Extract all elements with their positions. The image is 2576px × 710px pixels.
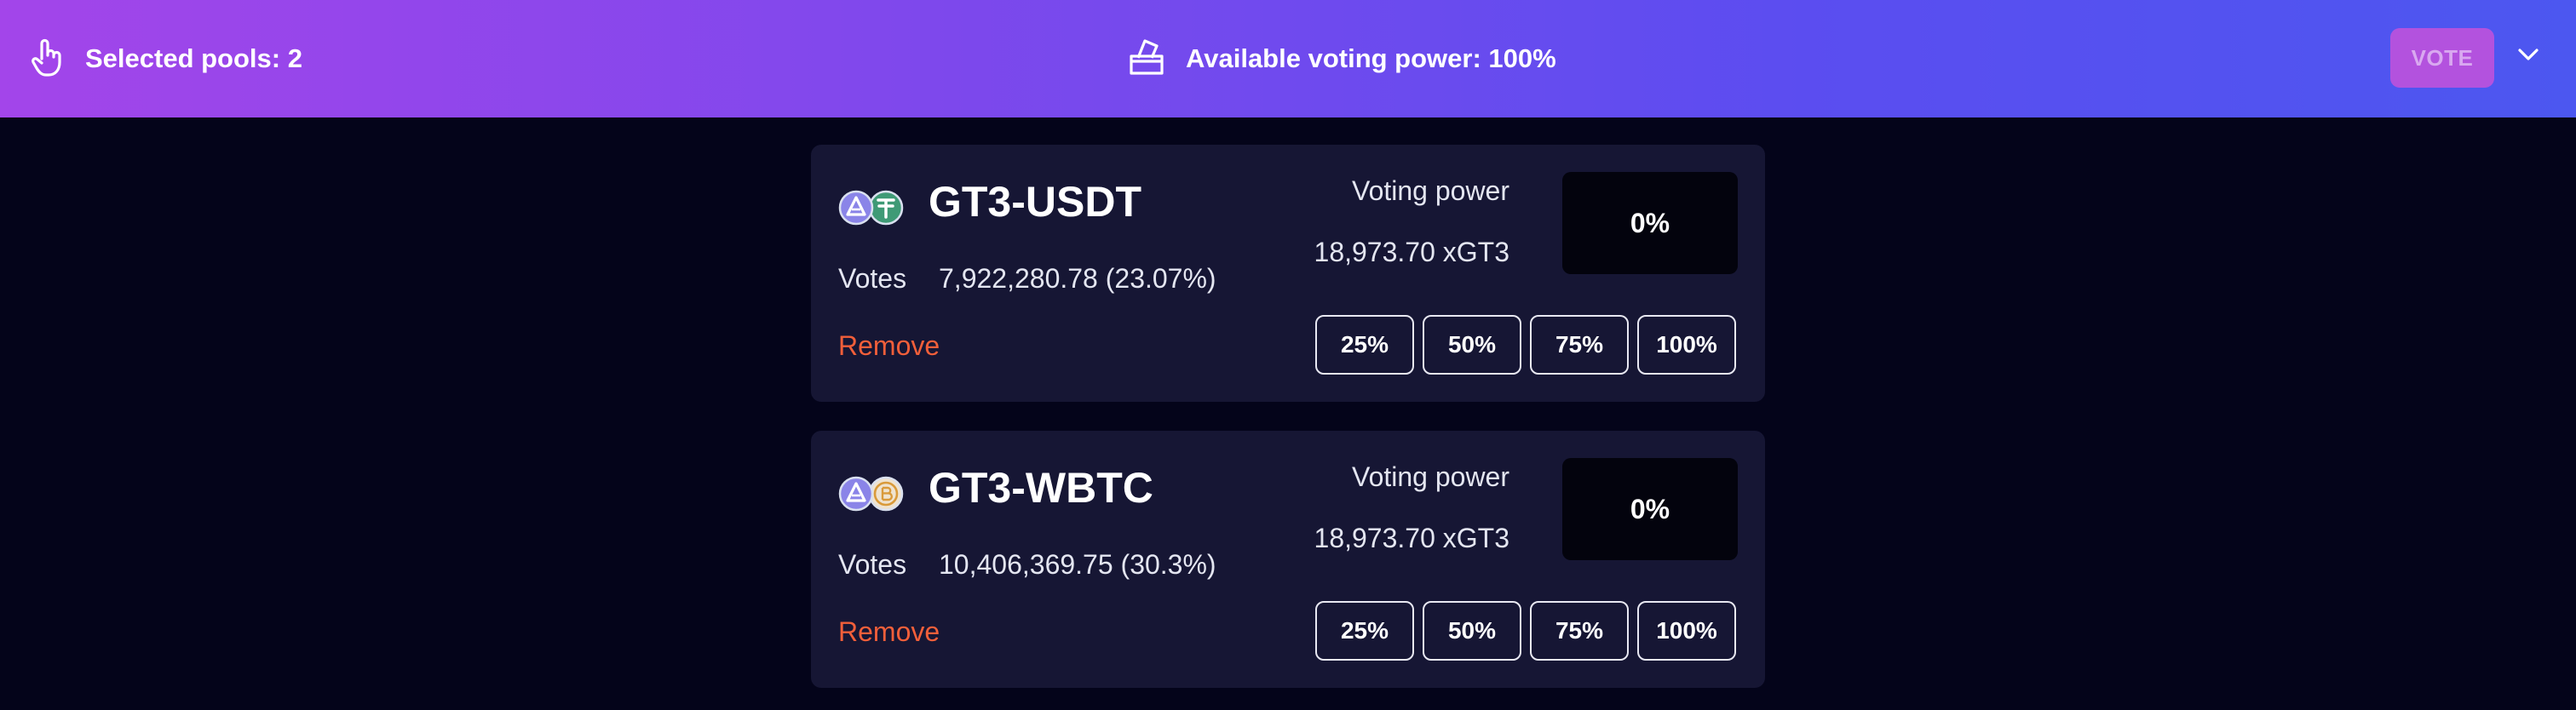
percent-25-button[interactable]: 25% bbox=[1315, 315, 1414, 375]
token-pair-icons bbox=[838, 189, 906, 226]
remove-pool-link[interactable]: Remove bbox=[838, 330, 940, 362]
selected-pools-indicator: Selected pools: 2 bbox=[31, 34, 302, 83]
percent-50-button[interactable]: 50% bbox=[1423, 315, 1521, 375]
percent-50-button[interactable]: 50% bbox=[1423, 601, 1521, 661]
votes-label: Votes bbox=[838, 549, 907, 580]
percent-75-button[interactable]: 75% bbox=[1530, 601, 1629, 661]
selected-pools-label: Selected pools: 2 bbox=[85, 43, 302, 73]
voting-power-amount: 18,973.70 xGT3 bbox=[1314, 523, 1509, 553]
voting-power-amount: 18,973.70 xGT3 bbox=[1314, 237, 1509, 267]
pool-name: GT3-USDT bbox=[929, 178, 1141, 226]
gt3-token-icon bbox=[838, 476, 874, 512]
pool-card-gt3-wbtc: GT3-WBTC Votes 10,406,369.75 (30.3%) Rem… bbox=[811, 431, 1765, 688]
percent-25-button[interactable]: 25% bbox=[1315, 601, 1414, 661]
percent-100-button[interactable]: 100% bbox=[1637, 601, 1736, 661]
votes-label: Votes bbox=[838, 263, 907, 294]
gt3-token-icon bbox=[838, 190, 874, 226]
selection-toolbar: Selected pools: 2 Available voting power… bbox=[0, 0, 2576, 117]
vote-percent-input[interactable]: 0% bbox=[1562, 458, 1738, 560]
vote-percent-input[interactable]: 0% bbox=[1562, 172, 1738, 274]
percent-100-button[interactable]: 100% bbox=[1637, 315, 1736, 375]
pool-name: GT3-WBTC bbox=[929, 464, 1153, 512]
usdt-token-icon bbox=[868, 190, 904, 226]
voting-power-heading: Voting power bbox=[1351, 175, 1509, 206]
ballot-box-icon bbox=[1128, 37, 1165, 81]
voting-power-label: Available voting power: 100% bbox=[1186, 43, 1556, 73]
pool-card-gt3-usdt: GT3-USDT Votes 7,922,280.78 (23.07%) Rem… bbox=[811, 145, 1765, 402]
remove-pool-link[interactable]: Remove bbox=[838, 616, 940, 648]
wbtc-token-icon bbox=[868, 476, 904, 512]
percent-75-button[interactable]: 75% bbox=[1530, 315, 1629, 375]
token-pair-icons bbox=[838, 475, 906, 512]
chevron-down-icon[interactable] bbox=[2516, 43, 2540, 66]
vote-button[interactable]: VOTE bbox=[2390, 28, 2494, 88]
votes-value: 7,922,280.78 (23.07%) bbox=[939, 263, 1216, 294]
votes-value: 10,406,369.75 (30.3%) bbox=[939, 549, 1216, 580]
available-voting-power: Available voting power: 100% bbox=[1128, 34, 1556, 83]
pointer-hand-icon bbox=[31, 37, 65, 82]
voting-power-heading: Voting power bbox=[1351, 461, 1509, 492]
